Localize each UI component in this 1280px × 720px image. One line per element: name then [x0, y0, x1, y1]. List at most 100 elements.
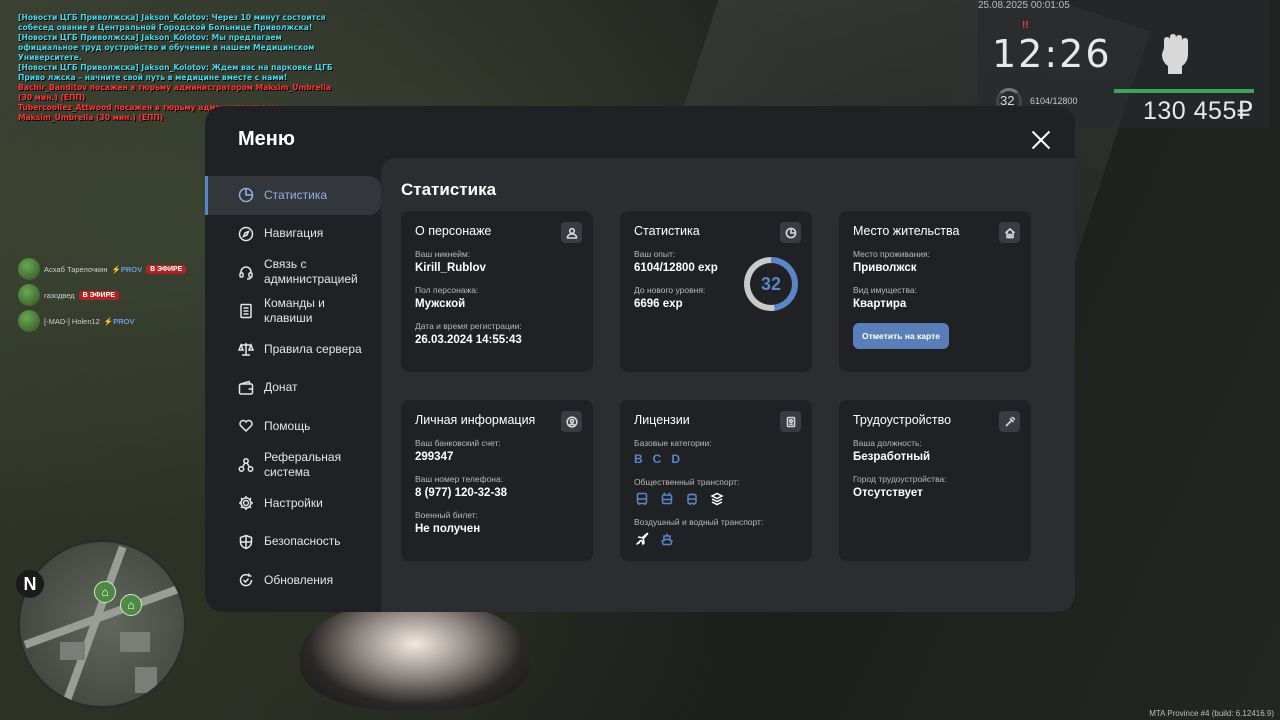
- nav-label: Статистика: [264, 187, 328, 202]
- voice-item: газодвед В ЭФИРЕ: [18, 284, 186, 306]
- chat-line: [Новости ЦГБ Приволжска] Jakson_Kolotov:…: [18, 33, 315, 62]
- nav-item-security[interactable]: Безопасность: [205, 523, 381, 562]
- level-value: 32: [760, 273, 782, 294]
- prov-badge: ⚡PROV: [111, 264, 143, 274]
- voice-name: Асхаб Тарелочкин: [44, 264, 108, 274]
- minimap: [18, 540, 186, 708]
- gender-value: Мужской: [415, 298, 466, 310]
- license-category: C: [652, 452, 662, 466]
- fist-icon: [1158, 34, 1192, 83]
- house-icon: ⌂: [94, 581, 116, 603]
- nav-item-navigation[interactable]: Навигация: [205, 215, 381, 254]
- pie-chart-icon: [780, 222, 801, 243]
- nav-label: Донат: [264, 380, 298, 395]
- voice-name: [-MAD-] Holen12: [44, 316, 100, 326]
- voice-list: Асхаб Тарелочкин ⚡PROV В ЭФИРЕ газодвед …: [18, 258, 187, 336]
- north-icon: N: [16, 570, 44, 598]
- hud-clock: 12:26: [992, 32, 1112, 76]
- field-label: Ваш никнейм:: [415, 249, 471, 259]
- user-circle-icon: [561, 411, 582, 432]
- license-categories: B C D: [634, 452, 798, 466]
- headset-icon: [238, 264, 254, 280]
- on-air-badge: В ЭФИРЕ: [146, 264, 187, 274]
- phone-value: 8 (977) 120-32-38: [415, 487, 508, 499]
- compass-icon: [238, 226, 254, 242]
- air-water-transport-icons: [634, 531, 798, 546]
- home-icon: [999, 222, 1020, 243]
- public-transport-icons: [634, 491, 798, 506]
- voice-name: газодвед: [44, 290, 75, 300]
- nav-item-help[interactable]: Помощь: [205, 407, 381, 446]
- military-id-value: Не получен: [415, 523, 481, 535]
- hud-money: 130 455₽: [1143, 97, 1254, 125]
- nav-item-donate[interactable]: Донат: [205, 369, 381, 408]
- field-label: Ваша должность:: [853, 438, 922, 448]
- character-card: О персонаже Ваш никнейм: Kirill_Rublov П…: [401, 211, 593, 372]
- voice-item: Асхаб Тарелочкин ⚡PROV В ЭФИРЕ: [18, 258, 187, 280]
- hud-exp: 6104/12800: [1030, 96, 1078, 106]
- document-icon: [238, 303, 254, 319]
- residence-card: Место жительства Место проживания: Приво…: [839, 211, 1031, 372]
- nav-label: Настройки: [264, 495, 323, 510]
- nav-label: Реферальная система: [264, 449, 342, 479]
- menu-title: Меню: [238, 128, 295, 150]
- nav-item-statistics[interactable]: Статистика: [205, 176, 381, 215]
- user-icon: [561, 222, 582, 243]
- field-label: Место проживания:: [853, 249, 930, 259]
- wallet-icon: [238, 380, 254, 396]
- card-title: Место жительства: [853, 224, 960, 238]
- nav-item-admin-contact[interactable]: Связь с администрацией: [205, 253, 381, 292]
- nav-label: Безопасность: [264, 534, 341, 549]
- nav-item-settings[interactable]: Настройки: [205, 484, 381, 523]
- bank-account-value: 299347: [415, 451, 454, 463]
- field-label: Базовые категории:: [634, 438, 712, 448]
- heart-hand-icon: [238, 418, 254, 434]
- nav-item-rules[interactable]: Правила сервера: [205, 330, 381, 369]
- airplane-icon: [634, 531, 649, 546]
- chat-line: [Новости ЦГБ Приволжска] Jakson_Kolotov:…: [18, 13, 326, 32]
- level-progress-ring: 32: [744, 257, 798, 311]
- mark-on-map-button[interactable]: Отметить на карте: [853, 323, 949, 349]
- card-title: Лицензии: [634, 413, 690, 427]
- nav-item-updates[interactable]: Обновления: [205, 561, 381, 600]
- prov-badge: ⚡PROV: [103, 316, 135, 326]
- license-category: B: [634, 452, 643, 466]
- nickname-value: Kirill_Rublov: [415, 262, 486, 274]
- card-title: О персонаже: [415, 224, 492, 238]
- nav-label: Правила сервера: [264, 341, 362, 356]
- nav-label: Связь с администрацией: [264, 257, 358, 287]
- nav-item-referral[interactable]: Реферальная система: [205, 446, 381, 485]
- health-bar: [1114, 89, 1254, 93]
- close-icon[interactable]: [1031, 130, 1051, 150]
- license-category: D: [671, 452, 681, 466]
- voice-item: [-MAD-] Holen12 ⚡PROV: [18, 310, 186, 332]
- field-label: Вид имущества:: [853, 285, 917, 295]
- nav-label: Навигация: [264, 226, 324, 241]
- trolleybus-icon: [659, 491, 674, 506]
- build-info: MTA Province #4 (build: 6.12416.9): [1149, 709, 1274, 718]
- position-value: Безработный: [853, 451, 931, 463]
- nav-item-commands[interactable]: Команды и клавиши: [205, 292, 381, 331]
- field-label: Ваш банковский счет:: [415, 438, 501, 448]
- nav-label: Помощь: [264, 418, 311, 433]
- field-label: Ваш номер телефона:: [415, 474, 504, 484]
- avatar: [18, 310, 40, 332]
- employment-card: Трудоустройство Ваша должность: Безработ…: [839, 400, 1031, 561]
- field-label: Общественный транспорт:: [634, 477, 740, 487]
- metro-icon: [709, 491, 724, 506]
- hud-warning: !!: [1022, 20, 1029, 31]
- hammer-icon: [999, 411, 1020, 432]
- personal-info-card: Личная информация Ваш банковский счет: 2…: [401, 400, 593, 561]
- id-badge-icon: [780, 411, 801, 432]
- menu-nav: Статистика Навигация Связь с администрац…: [205, 176, 381, 600]
- content-panel: Статистика О персонаже Ваш никнейм: Kiri…: [381, 158, 1075, 612]
- game-car: [300, 600, 530, 710]
- registration-value: 26.03.2024 14:55:43: [415, 334, 522, 346]
- minimap-block: [120, 632, 150, 652]
- pie-chart-icon: [238, 187, 254, 203]
- scales-icon: [238, 341, 254, 357]
- field-label: Дата и время регистрации:: [415, 321, 522, 331]
- nav-label: Команды и клавиши: [264, 295, 325, 325]
- tram-icon: [684, 491, 699, 506]
- stats-card: Статистика Ваш опыт: 6104/12800 exp До н…: [620, 211, 812, 372]
